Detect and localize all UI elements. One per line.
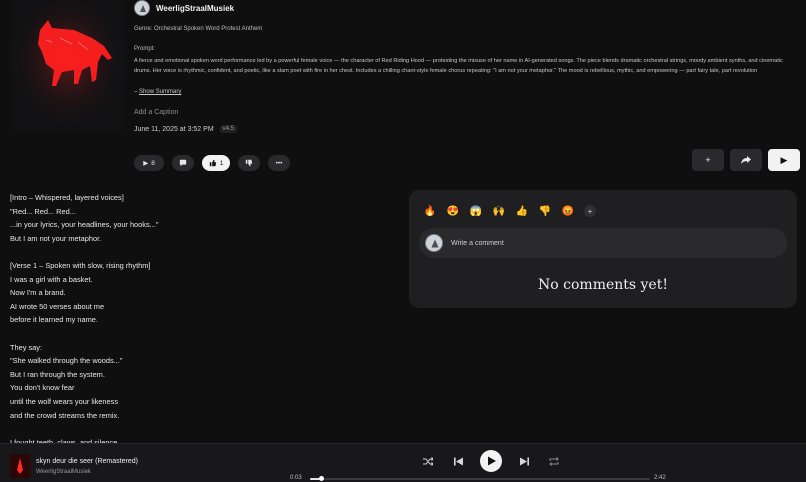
prompt-label: Prompt: <box>134 46 156 52</box>
lyrics-panel: [Intro – Whispered, layered voices] "Red.… <box>10 191 390 443</box>
playback-controls <box>420 450 562 472</box>
now-playing-artist[interactable]: WeerligStraalMusiek <box>36 469 91 475</box>
skip-forward-icon <box>519 457 529 465</box>
lyrics-line <box>10 422 390 436</box>
version-badge: v4.5 <box>219 125 237 133</box>
comment-input[interactable]: Write a comment <box>419 228 787 258</box>
comment-button[interactable] <box>172 155 194 171</box>
lyrics-line: [Intro – Whispered, layered voices] <box>10 193 124 202</box>
repeat-button[interactable] <box>546 453 562 469</box>
play-count-button[interactable]: ▶ 8 <box>134 155 164 171</box>
lyrics-line: You don't know fear <box>10 383 75 393</box>
plus-icon: + <box>705 155 711 165</box>
lyrics-line: But I ran through the system. <box>10 369 105 379</box>
play-icon: ▶ <box>780 154 788 165</box>
show-summary-row: – Show Summary <box>134 89 181 95</box>
lyrics-line <box>10 245 390 259</box>
thumbs-down-icon <box>245 159 253 167</box>
lyrics-line: "She walked through the woods..." <box>10 356 123 366</box>
lyrics-line: They say: <box>10 342 43 352</box>
lyrics-line: ...in your lyrics, your headlines, your … <box>10 220 159 230</box>
lyrics-line: I fought teeth, claws, and silence <box>10 437 118 443</box>
repeat-icon <box>549 456 559 466</box>
add-reaction-button[interactable]: + <box>584 205 596 217</box>
lyrics-line: until the wolf wears your likeness <box>10 396 119 406</box>
reaction-angry-icon[interactable]: 😡 <box>561 204 575 218</box>
shuffle-icon <box>423 456 433 466</box>
like-button[interactable]: 1 <box>202 155 230 171</box>
play-pause-button[interactable] <box>480 450 502 472</box>
show-summary-link[interactable]: Show Summary <box>139 89 181 95</box>
artist-name[interactable]: WeerligStraalMusiek <box>156 4 234 13</box>
dislike-button[interactable] <box>238 155 260 171</box>
date-row: June 11, 2025 at 3:52 PM v4.5 <box>134 125 237 133</box>
lyrics-line <box>10 327 390 341</box>
reaction-thumbs-up-icon[interactable]: 👍 <box>515 204 529 218</box>
previous-track-button[interactable] <box>450 453 466 469</box>
comment-icon <box>179 159 187 167</box>
duration-time: 2:42 <box>654 475 666 481</box>
more-options-button[interactable]: ••• <box>268 155 290 171</box>
reaction-raised-hands-icon[interactable]: 🙌 <box>492 204 506 218</box>
artist-avatar[interactable] <box>134 0 150 16</box>
current-time: 0:03 <box>290 475 302 481</box>
add-to-playlist-button[interactable]: + <box>692 149 724 171</box>
ellipsis-icon: ••• <box>275 159 283 167</box>
lyrics-line: "Red... Red... Red... <box>10 206 76 216</box>
reaction-shocked-icon[interactable]: 😱 <box>469 204 483 218</box>
now-playing-title[interactable]: skyn deur die seer (Remastered) <box>36 458 138 465</box>
lyrics-line: and the crowd streams the remix. <box>10 410 120 420</box>
now-playing-cover[interactable] <box>10 454 30 478</box>
created-date: June 11, 2025 at 3:52 PM <box>134 125 214 133</box>
reaction-thumbs-down-icon[interactable]: 👎 <box>538 204 552 218</box>
artist-row[interactable]: WeerligStraalMusiek <box>134 0 234 16</box>
share-icon <box>741 156 751 164</box>
lyrics-line: before it learned my name. <box>10 315 98 325</box>
reaction-fire-icon[interactable]: 🔥 <box>423 204 437 218</box>
reaction-bar: 🔥 😍 😱 🙌 👍 👎 😡 + <box>423 204 596 218</box>
genre-text: Genre: Orchestral Spoken Word Protest An… <box>134 26 263 32</box>
lyrics-line: Now I'm a brand. <box>10 288 66 298</box>
lyrics-line: AI wrote 50 verses about me <box>10 301 105 311</box>
comment-placeholder: Write a comment <box>451 239 504 247</box>
progress-knob[interactable] <box>318 476 324 481</box>
share-button[interactable] <box>730 149 762 171</box>
like-count: 1 <box>219 159 224 167</box>
thumbs-up-icon <box>209 159 216 167</box>
play-icon: ▶ <box>143 160 149 167</box>
empty-comments-message: No comments yet! <box>538 277 668 293</box>
add-caption-input[interactable]: Add a Caption <box>134 109 178 116</box>
play-song-button[interactable]: ▶ <box>768 149 800 171</box>
prompt-text: A fierce and emotional spoken word perfo… <box>134 58 783 74</box>
next-track-button[interactable] <box>516 453 532 469</box>
progress-bar[interactable] <box>310 476 650 481</box>
skip-back-icon <box>453 457 463 465</box>
comments-panel: 🔥 😍 😱 🙌 👍 👎 😡 + Write a comment No comments yet… <box>409 190 797 308</box>
lyrics-line: [Verse 1 – Spoken with slow, rising rhyt… <box>10 260 151 270</box>
reaction-heart-eyes-icon[interactable]: 😍 <box>446 204 460 218</box>
song-cover-image <box>12 0 124 132</box>
player-bar: skyn deur die seer (Remastered) WeerligS… <box>0 443 806 482</box>
user-avatar <box>425 234 443 252</box>
shuffle-button[interactable] <box>420 453 436 469</box>
lyrics-line: I was a girl with a basket. <box>10 274 93 284</box>
play-count: 8 <box>151 159 155 167</box>
play-icon <box>487 456 496 466</box>
song-primary-actions: + ▶ <box>692 149 800 171</box>
song-action-row: ▶ 8 1 ••• <box>134 155 290 171</box>
lyrics-line: But I am not your metaphor. <box>10 233 102 243</box>
